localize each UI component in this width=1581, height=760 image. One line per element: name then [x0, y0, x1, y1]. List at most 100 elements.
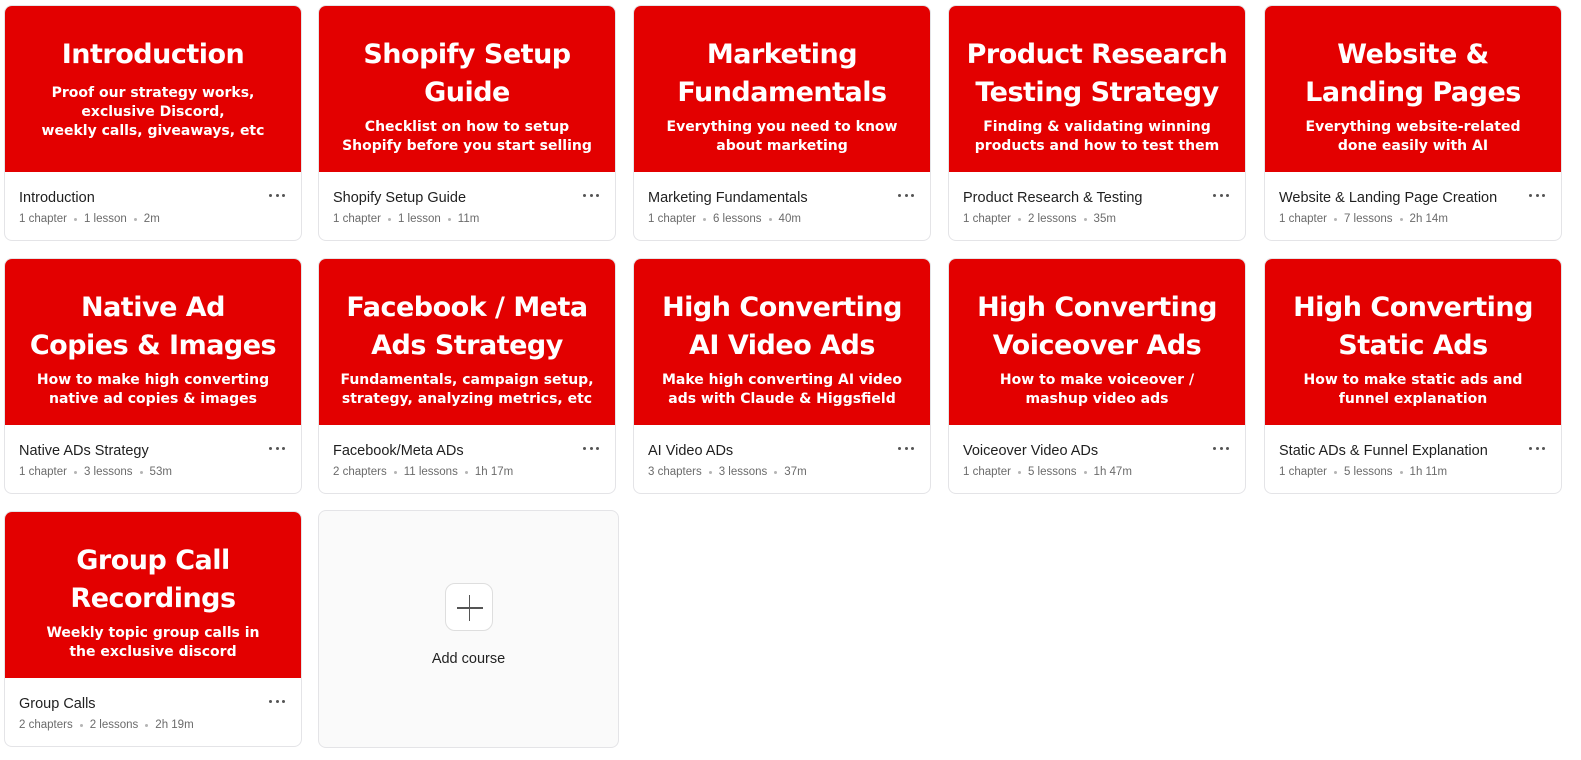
course-meta: 1 chapter 1 lesson 2m	[19, 213, 287, 225]
course-info: Static ADs & Funnel Explanation 1 chapte…	[1265, 425, 1561, 478]
thumbnail-subtitle: Weekly topic group calls in the exclusiv…	[46, 625, 260, 660]
course-info: Marketing Fundamentals 1 chapter 6 lesso…	[634, 172, 930, 225]
course-card[interactable]: Introduction Proof our strategy works, e…	[4, 5, 302, 241]
more-horizontal-icon[interactable]	[267, 693, 287, 709]
more-horizontal-icon[interactable]	[267, 187, 287, 203]
separator-dot	[79, 723, 83, 727]
course-card[interactable]: High Converting AI Video Ads Make high c…	[633, 258, 931, 494]
course-card[interactable]: Product Research Testing Strategy Findin…	[948, 5, 1246, 241]
thumbnail-subtitle: Proof our strategy works, exclusive Disc…	[41, 85, 265, 139]
separator-dot	[464, 470, 468, 474]
course-card[interactable]: High Converting Voiceover Ads How to mak…	[948, 258, 1246, 494]
course-name: Shopify Setup Guide	[333, 190, 467, 206]
course-card[interactable]: Website & Landing Pages Everything websi…	[1264, 5, 1562, 241]
course-duration: 37m	[784, 466, 807, 478]
course-meta: 2 chapters 11 lessons 1h 17m	[333, 466, 601, 478]
course-meta: 1 chapter 1 lesson 11m	[333, 213, 601, 225]
separator-dot	[1017, 217, 1021, 221]
separator-dot	[139, 470, 143, 474]
course-duration: 1h 17m	[474, 466, 514, 478]
separator-dot	[145, 723, 149, 727]
more-horizontal-icon[interactable]	[1211, 440, 1231, 456]
separator-dot	[387, 217, 391, 221]
thumbnail-subtitle: Fundamentals, campaign setup, strategy, …	[340, 372, 594, 407]
course-name: AI Video ADs	[648, 443, 734, 459]
course-name: Voiceover Video ADs	[963, 443, 1099, 459]
course-card[interactable]: Marketing Fundamentals Everything you ne…	[633, 5, 931, 241]
course-name: Group Calls	[19, 696, 96, 712]
separator-dot	[1399, 470, 1403, 474]
more-horizontal-icon[interactable]	[1527, 440, 1547, 456]
separator-dot	[708, 470, 712, 474]
lesson-count: 2 lessons	[1027, 213, 1077, 225]
course-duration: 35m	[1093, 213, 1116, 225]
course-thumbnail: Facebook / Meta Ads Strategy Fundamental…	[319, 259, 615, 425]
course-card[interactable]: Shopify Setup Guide Checklist on how to …	[318, 5, 616, 241]
course-duration: 2h 19m	[155, 719, 194, 731]
course-name: Native ADs Strategy	[19, 443, 149, 459]
lesson-count: 1 lesson	[83, 213, 127, 225]
course-info: Shopify Setup Guide 1 chapter 1 lesson 1…	[319, 172, 615, 225]
thumbnail-subtitle: Checklist on how to setup Shopify before…	[342, 119, 592, 154]
chapter-count: 1 chapter	[19, 213, 67, 225]
thumbnail-title: Shopify Setup Guide	[363, 39, 571, 108]
more-horizontal-icon[interactable]	[581, 440, 601, 456]
lesson-count: 6 lessons	[712, 213, 762, 225]
chapter-count: 2 chapters	[19, 719, 73, 731]
course-name: Static ADs & Funnel Explanation	[1279, 443, 1488, 459]
course-thumbnail: Shopify Setup Guide Checklist on how to …	[319, 6, 615, 172]
course-meta: 1 chapter 3 lessons 53m	[19, 466, 287, 478]
thumbnail-subtitle: Finding & validating winning products an…	[974, 119, 1220, 154]
chapter-count: 1 chapter	[1279, 466, 1327, 478]
course-duration: 11m	[457, 213, 480, 225]
thumbnail-title: Facebook / Meta Ads Strategy	[346, 292, 588, 361]
thumbnail-title: Marketing Fundamentals	[677, 39, 887, 108]
chapter-count: 1 chapter	[1279, 213, 1327, 225]
thumbnail-subtitle: Everything you need to know about market…	[666, 119, 898, 154]
course-name: Introduction	[19, 190, 95, 206]
add-course-label: Add course	[431, 651, 506, 667]
separator-dot	[393, 470, 397, 474]
course-meta: 3 chapters 3 lessons 37m	[648, 466, 916, 478]
course-name: Product Research & Testing	[963, 190, 1143, 206]
thumbnail-title: Product Research Testing Strategy	[966, 39, 1228, 108]
course-thumbnail: Introduction Proof our strategy works, e…	[5, 6, 301, 172]
more-horizontal-icon[interactable]	[1211, 187, 1231, 203]
separator-dot	[1083, 217, 1087, 221]
course-card[interactable]: Facebook / Meta Ads Strategy Fundamental…	[318, 258, 616, 494]
chapter-count: 1 chapter	[963, 213, 1011, 225]
course-thumbnail: High Converting Static Ads How to make s…	[1265, 259, 1561, 425]
lesson-count: 2 lessons	[89, 719, 139, 731]
course-thumbnail: Marketing Fundamentals Everything you ne…	[634, 6, 930, 172]
separator-dot	[447, 217, 451, 221]
course-card[interactable]: High Converting Static Ads How to make s…	[1264, 258, 1562, 494]
separator-dot	[73, 217, 77, 221]
course-duration: 1h 47m	[1093, 466, 1132, 478]
more-horizontal-icon[interactable]	[267, 440, 287, 456]
add-course-button[interactable]: Add course	[318, 510, 619, 748]
course-name: Marketing Fundamentals	[648, 190, 808, 206]
course-info: Product Research & Testing 1 chapter 2 l…	[949, 172, 1245, 225]
course-card[interactable]: Group Call Recordings Weekly topic group…	[4, 511, 302, 747]
course-card[interactable]: Native Ad Copies & Images How to make hi…	[4, 258, 302, 494]
separator-dot	[133, 217, 137, 221]
course-duration: 2m	[143, 213, 160, 225]
plus-icon	[444, 583, 493, 631]
chapter-count: 1 chapter	[19, 466, 67, 478]
course-meta: 1 chapter 2 lessons 35m	[963, 213, 1231, 225]
course-meta: 1 chapter 5 lessons 1h 11m	[1279, 466, 1547, 478]
more-horizontal-icon[interactable]	[896, 187, 916, 203]
thumbnail-title: High Converting Voiceover Ads	[977, 292, 1217, 361]
lesson-count: 7 lessons	[1343, 213, 1393, 225]
thumbnail-title: High Converting AI Video Ads	[662, 292, 902, 361]
more-horizontal-icon[interactable]	[896, 440, 916, 456]
chapter-count: 1 chapter	[963, 466, 1011, 478]
course-name: Facebook/Meta ADs	[333, 443, 464, 459]
more-horizontal-icon[interactable]	[1527, 187, 1547, 203]
more-horizontal-icon[interactable]	[581, 187, 601, 203]
thumbnail-title: Website & Landing Pages	[1305, 39, 1521, 108]
lesson-count: 5 lessons	[1343, 466, 1393, 478]
separator-dot	[73, 470, 77, 474]
lesson-count: 11 lessons	[403, 466, 458, 478]
course-meta: 1 chapter 5 lessons 1h 47m	[963, 466, 1231, 478]
